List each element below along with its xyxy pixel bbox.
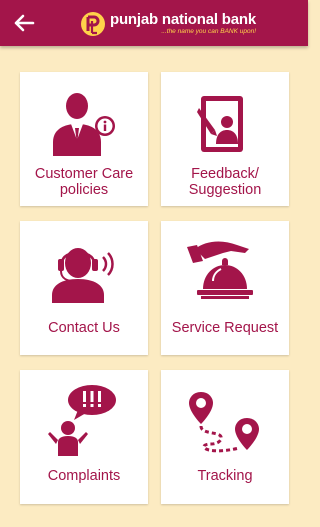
customer-care-icon — [53, 93, 115, 156]
tile-label: policies — [59, 182, 109, 198]
tile-complaints[interactable]: Complaints — [20, 370, 148, 504]
tile-label: Customer Care — [34, 166, 134, 182]
tile-label: Tracking — [197, 468, 253, 484]
back-button[interactable] — [10, 11, 38, 35]
tile-label: Complaints — [47, 468, 121, 484]
headset-icon — [52, 248, 114, 303]
bank-brand: punjab national bank ...the name you can… — [80, 9, 256, 39]
tile-label: Feedback/ — [191, 166, 259, 182]
tile-service-request[interactable]: Service Request — [161, 221, 289, 355]
pnb-logo-icon — [81, 12, 105, 36]
tile-label: Contact Us — [48, 320, 120, 336]
tile-contact-us[interactable]: Contact Us — [20, 221, 148, 355]
service-bell-icon — [187, 241, 253, 299]
bottom-strip — [0, 514, 308, 527]
tile-customer-care-policies[interactable]: Customer Care policies — [20, 72, 148, 206]
tile-label: Suggestion — [188, 182, 262, 198]
complaints-icon — [48, 385, 116, 456]
feedback-icon — [197, 96, 243, 152]
tile-label: Service Request — [171, 320, 279, 336]
tracking-route-icon — [189, 392, 259, 453]
bank-name: punjab national bank — [110, 11, 257, 28]
tile-feedback-suggestion[interactable]: Feedback/ Suggestion — [161, 72, 289, 206]
app-header: punjab national bank ...the name you can… — [0, 0, 308, 46]
back-arrow-icon — [14, 14, 35, 32]
bank-tagline: ...the name you can BANK upon! — [161, 28, 257, 35]
tile-tracking[interactable]: Tracking — [161, 370, 289, 504]
